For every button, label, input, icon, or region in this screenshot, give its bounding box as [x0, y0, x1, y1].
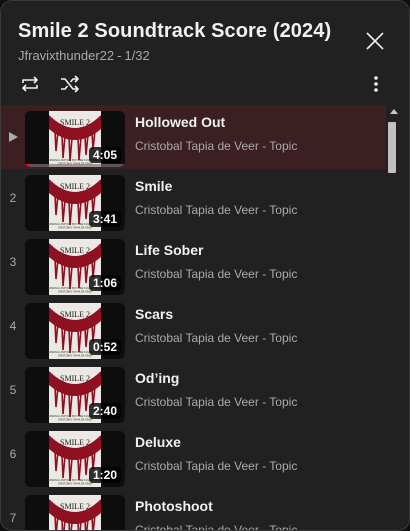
track-thumbnail[interactable]: SMILE 2 ORIGINAL MOTION PICTURE SOUNDTRA… — [25, 175, 125, 231]
track-thumbnail[interactable]: SMILE 2 ORIGINAL MOTION PICTURE SOUNDTRA… — [25, 111, 125, 167]
subtitle-separator: - — [117, 48, 122, 63]
playlist-title: Smile 2 Soundtrack Score (2024) — [18, 20, 332, 42]
track-title[interactable]: Photoshoot — [135, 498, 213, 514]
track-thumbnail[interactable]: SMILE 2 ORIGINAL MOTION PICTURE SOUNDTRA… — [25, 495, 125, 530]
track-list: SMILE 2 ORIGINAL MOTION PICTURE SOUNDTRA… — [1, 105, 386, 530]
track-thumbnail[interactable]: SMILE 2 ORIGINAL MOTION PICTURE SOUNDTRA… — [25, 303, 125, 359]
album-art-composer: CRISTOBAL TAPIA DE VEER — [58, 354, 93, 358]
track-index: 6 — [9, 447, 17, 461]
track-title[interactable]: Deluxe — [135, 434, 181, 450]
playlist-owner[interactable]: Jfravixthunder22 — [18, 48, 114, 63]
scrollbar[interactable] — [386, 105, 402, 530]
album-art-title: SMILE 2 — [60, 118, 90, 127]
track-index: 3 — [9, 255, 17, 269]
album-art-composer: CRISTOBAL TAPIA DE VEER — [58, 482, 93, 486]
album-art-composer: CRISTOBAL TAPIA DE VEER — [58, 226, 93, 230]
playlist-item[interactable]: 6 SMILE 2 ORIGINAL MOTION PICTURE SOUNDT… — [1, 425, 386, 489]
track-thumbnail[interactable]: SMILE 2 ORIGINAL MOTION PICTURE SOUNDTRA… — [25, 431, 125, 487]
progress-fill — [25, 164, 30, 167]
loop-icon — [22, 76, 38, 92]
track-thumbnail[interactable]: SMILE 2 ORIGINAL MOTION PICTURE SOUNDTRA… — [25, 239, 125, 295]
album-art-composer: CRISTOBAL TAPIA DE VEER — [58, 418, 93, 422]
playlist-item[interactable]: 3 SMILE 2 ORIGINAL MOTION PICTURE SOUNDT… — [1, 233, 386, 297]
track-thumbnail[interactable]: SMILE 2 ORIGINAL MOTION PICTURE SOUNDTRA… — [25, 367, 125, 423]
more-vert-icon — [374, 76, 378, 92]
album-art: SMILE 2 ORIGINAL MOTION PICTURE SOUNDTRA… — [25, 495, 125, 530]
track-artist[interactable]: Cristobal Tapia de Veer - Topic — [135, 459, 297, 473]
playlist-item[interactable]: 5 SMILE 2 ORIGINAL MOTION PICTURE SOUNDT… — [1, 361, 386, 425]
track-artist[interactable]: Cristobal Tapia de Veer - Topic — [135, 523, 297, 530]
track-artist[interactable]: Cristobal Tapia de Veer - Topic — [135, 395, 297, 409]
scroll-up-arrow-icon[interactable] — [390, 109, 398, 114]
playlist-subtitle: Jfravixthunder22-1/32 — [18, 48, 150, 63]
track-artist[interactable]: Cristobal Tapia de Veer - Topic — [135, 203, 297, 217]
album-art-title: SMILE 2 — [60, 246, 90, 255]
playlist-item[interactable]: SMILE 2 ORIGINAL MOTION PICTURE SOUNDTRA… — [1, 105, 386, 169]
duration-badge: 4:05 — [88, 147, 121, 163]
track-artist[interactable]: Cristobal Tapia de Veer - Topic — [135, 139, 297, 153]
album-art-composer: CRISTOBAL TAPIA DE VEER — [58, 290, 93, 294]
album-art-title: SMILE 2 — [60, 438, 90, 447]
scroll-thumb[interactable] — [388, 122, 396, 173]
more-actions-button[interactable] — [364, 72, 388, 96]
loop-button[interactable] — [18, 72, 42, 96]
close-button[interactable] — [363, 29, 387, 53]
progress-track — [25, 164, 125, 167]
shuffle-icon — [61, 75, 79, 93]
playlist-item[interactable]: 7 SMILE 2 ORIGINAL MOTION PICTURE SOUNDT… — [1, 489, 386, 530]
track-title[interactable]: Life Sober — [135, 242, 203, 258]
now-playing-icon — [9, 132, 18, 142]
track-title[interactable]: Hollowed Out — [135, 114, 225, 130]
track-title[interactable]: Od’ing — [135, 370, 179, 386]
playlist-position: 1/32 — [124, 48, 150, 63]
album-art-title: SMILE 2 — [60, 502, 90, 511]
track-index: 4 — [9, 319, 17, 333]
track-index: 5 — [9, 383, 17, 397]
track-artist[interactable]: Cristobal Tapia de Veer - Topic — [135, 331, 297, 345]
playlist-panel: Smile 2 Soundtrack Score (2024) Jfravixt… — [0, 0, 410, 531]
playlist-header: Smile 2 Soundtrack Score (2024) Jfravixt… — [1, 1, 409, 105]
album-art-title: SMILE 2 — [60, 374, 90, 383]
duration-badge: 0:52 — [88, 339, 121, 355]
track-title[interactable]: Smile — [135, 178, 172, 194]
album-art-title: SMILE 2 — [60, 182, 90, 191]
playlist-item[interactable]: 2 SMILE 2 ORIGINAL MOTION PICTURE SOUNDT… — [1, 169, 386, 233]
shuffle-button[interactable] — [58, 72, 82, 96]
track-artist[interactable]: Cristobal Tapia de Veer - Topic — [135, 267, 297, 281]
duration-badge: 2:40 — [88, 403, 121, 419]
track-title[interactable]: Scars — [135, 306, 173, 322]
duration-badge: 1:06 — [88, 275, 121, 291]
album-art-title: SMILE 2 — [60, 310, 90, 319]
duration-badge: 1:20 — [88, 467, 121, 483]
duration-badge: 3:41 — [88, 211, 121, 227]
close-icon — [366, 32, 384, 50]
track-index: 2 — [9, 191, 17, 205]
track-index: 7 — [9, 511, 17, 525]
playlist-item[interactable]: 4 SMILE 2 ORIGINAL MOTION PICTURE SOUNDT… — [1, 297, 386, 361]
